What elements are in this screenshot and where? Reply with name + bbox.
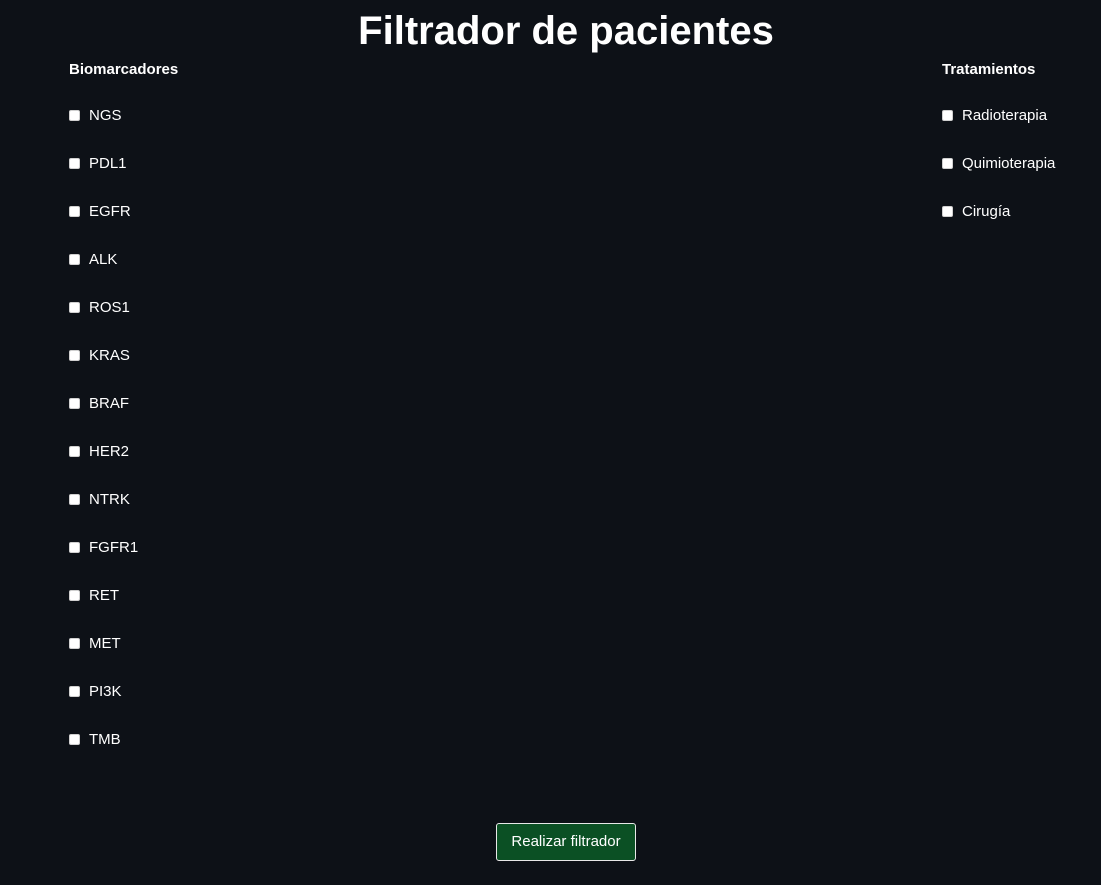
biomarker-checkbox-her2[interactable] — [69, 445, 80, 457]
treatment-checkbox-quimioterapia[interactable] — [942, 157, 953, 169]
biomarker-checkbox-braf[interactable] — [69, 397, 80, 409]
biomarker-option-ntrk[interactable]: NTRK — [69, 489, 178, 509]
biomarker-option-pi3k[interactable]: PI3K — [69, 681, 178, 701]
biomarker-option-fgfr1[interactable]: FGFR1 — [69, 537, 178, 557]
biomarker-label-ntrk[interactable]: NTRK — [89, 491, 130, 508]
biomarker-label-egfr[interactable]: EGFR — [89, 203, 131, 220]
biomarker-label-pi3k[interactable]: PI3K — [89, 683, 122, 700]
treatments-column: Tratamientos Radioterapia Quimioterapia … — [942, 60, 1055, 249]
biomarker-checkbox-ngs[interactable] — [69, 109, 80, 121]
biomarker-checkbox-ros1[interactable] — [69, 301, 80, 313]
biomarker-label-pdl1[interactable]: PDL1 — [89, 155, 127, 172]
biomarker-checkbox-alk[interactable] — [69, 253, 80, 265]
biomarker-option-tmb[interactable]: TMB — [69, 729, 178, 749]
biomarker-option-egfr[interactable]: EGFR — [69, 201, 178, 221]
realizar-filtrador-button[interactable]: Realizar filtrador — [496, 823, 636, 861]
biomarker-checkbox-pdl1[interactable] — [69, 157, 80, 169]
treatment-label-quimioterapia[interactable]: Quimioterapia — [962, 155, 1055, 172]
biomarker-label-ngs[interactable]: NGS — [89, 107, 122, 124]
treatment-checkbox-cirugia[interactable] — [942, 205, 953, 217]
biomarker-option-ret[interactable]: RET — [69, 585, 178, 605]
biomarker-option-pdl1[interactable]: PDL1 — [69, 153, 178, 173]
biomarker-label-ret[interactable]: RET — [89, 587, 119, 604]
biomarker-label-alk[interactable]: ALK — [89, 251, 117, 268]
biomarker-option-alk[interactable]: ALK — [69, 249, 178, 269]
biomarkers-heading: Biomarcadores — [69, 61, 179, 78]
biomarker-checkbox-tmb[interactable] — [69, 733, 80, 745]
treatment-label-radioterapia[interactable]: Radioterapia — [962, 107, 1047, 124]
biomarker-option-kras[interactable]: KRAS — [69, 345, 178, 365]
biomarker-label-fgfr1[interactable]: FGFR1 — [89, 539, 138, 556]
biomarkers-column: Biomarcadores NGS PDL1 EGFR ALK ROS1 KRA… — [69, 60, 178, 777]
treatment-checkbox-radioterapia[interactable] — [942, 109, 953, 121]
biomarker-label-kras[interactable]: KRAS — [89, 347, 130, 364]
biomarker-label-her2[interactable]: HER2 — [89, 443, 129, 460]
treatment-option-quimioterapia[interactable]: Quimioterapia — [942, 153, 1055, 173]
biomarker-checkbox-egfr[interactable] — [69, 205, 80, 217]
treatment-option-radioterapia[interactable]: Radioterapia — [942, 105, 1055, 125]
biomarker-option-braf[interactable]: BRAF — [69, 393, 178, 413]
biomarker-option-met[interactable]: MET — [69, 633, 178, 653]
biomarker-label-ros1[interactable]: ROS1 — [89, 299, 130, 316]
biomarker-checkbox-ntrk[interactable] — [69, 493, 80, 505]
biomarker-label-tmb[interactable]: TMB — [89, 731, 121, 748]
biomarker-option-ros1[interactable]: ROS1 — [69, 297, 178, 317]
biomarker-checkbox-kras[interactable] — [69, 349, 80, 361]
treatment-label-cirugia[interactable]: Cirugía — [962, 203, 1010, 220]
treatments-heading: Tratamientos — [942, 61, 1036, 78]
biomarker-option-ngs[interactable]: NGS — [69, 105, 178, 125]
biomarker-option-her2[interactable]: HER2 — [69, 441, 178, 461]
biomarker-checkbox-fgfr1[interactable] — [69, 541, 80, 553]
biomarker-label-braf[interactable]: BRAF — [89, 395, 129, 412]
biomarker-checkbox-ret[interactable] — [69, 589, 80, 601]
page-title: Filtrador de pacientes — [358, 9, 774, 53]
biomarker-label-met[interactable]: MET — [89, 635, 121, 652]
biomarker-checkbox-met[interactable] — [69, 637, 80, 649]
treatment-option-cirugia[interactable]: Cirugía — [942, 201, 1055, 221]
biomarker-checkbox-pi3k[interactable] — [69, 685, 80, 697]
